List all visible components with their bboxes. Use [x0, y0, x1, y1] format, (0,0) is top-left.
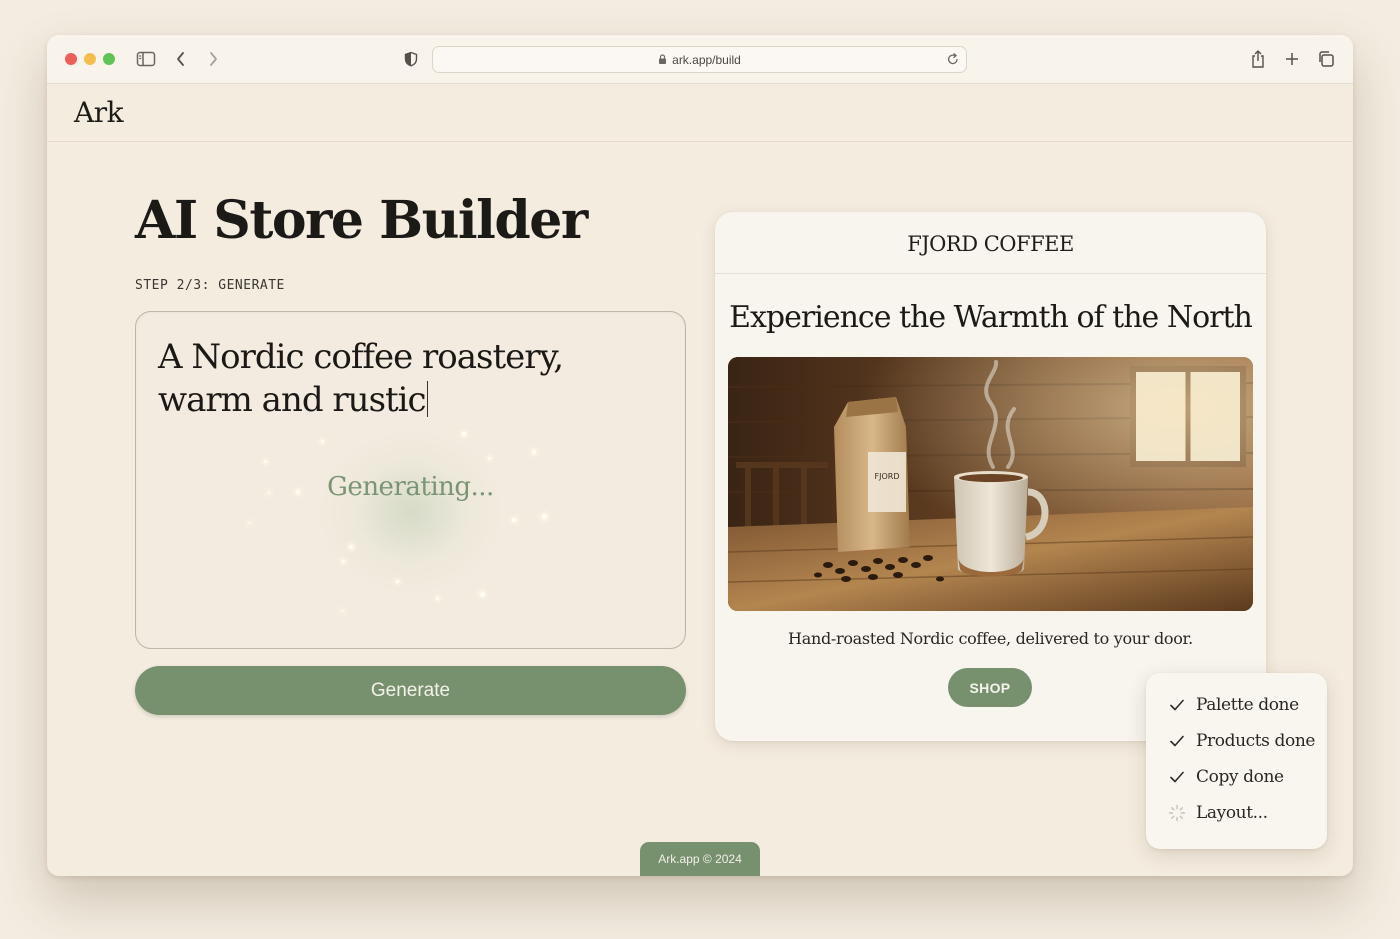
generating-glow — [321, 432, 501, 592]
tab-overview-icon[interactable] — [1314, 48, 1338, 70]
generate-button[interactable]: Generate — [135, 666, 686, 715]
sparkle — [436, 597, 439, 600]
progress-item-label: Products done — [1196, 731, 1316, 751]
store-preview-card: FJORD COFFEE Experience the Warmth of th… — [715, 212, 1266, 741]
progress-item-palette: Palette done — [1168, 692, 1299, 718]
back-arrow-icon[interactable] — [169, 48, 193, 70]
site-header: Ark — [47, 84, 1353, 142]
prompt-text: A Nordic coffee roastery, warm and rusti… — [158, 336, 658, 422]
progress-item-label: Palette done — [1196, 695, 1299, 715]
progress-item-label: Layout... — [1196, 803, 1268, 823]
sparkle — [349, 545, 353, 549]
progress-item-label: Copy done — [1196, 767, 1284, 787]
url-text: ark.app/build — [672, 52, 741, 67]
sparkle — [512, 518, 516, 522]
browser-toolbar: ark.app/build — [47, 35, 1353, 84]
sparkle — [488, 457, 491, 460]
checkmark-icon — [1168, 732, 1186, 750]
sidebar-toggle-icon[interactable] — [134, 48, 158, 70]
privacy-shield-icon[interactable] — [399, 48, 423, 70]
preview-hero-image: FJORD — [728, 357, 1253, 611]
prompt-line-2: warm and rustic — [158, 380, 427, 420]
forward-arrow-icon[interactable] — [201, 48, 225, 70]
generating-status: Generating... — [327, 472, 494, 502]
address-bar[interactable]: ark.app/build — [432, 46, 967, 73]
progress-item-products: Products done — [1168, 728, 1315, 754]
reload-icon[interactable] — [946, 51, 960, 67]
preview-store-name: FJORD COFFEE — [907, 232, 1074, 256]
progress-item-copy: Copy done — [1168, 764, 1284, 790]
sparkle — [396, 580, 399, 583]
sparkle — [462, 432, 466, 436]
shop-button[interactable]: SHOP — [948, 668, 1032, 707]
checkmark-icon — [1168, 696, 1186, 714]
preview-headline: Experience the Warmth of the North — [729, 300, 1253, 335]
sparkle — [542, 514, 547, 519]
share-icon[interactable] — [1246, 48, 1270, 70]
loading-spinner-icon — [1168, 804, 1186, 822]
footer-copyright: Ark.app © 2024 — [640, 842, 760, 876]
sparkle — [480, 592, 485, 597]
preview-tagline: Hand-roasted Nordic coffee, delivered to… — [788, 629, 1193, 648]
preview-divider — [715, 273, 1266, 274]
lock-icon — [658, 54, 667, 65]
progress-item-layout: Layout... — [1168, 800, 1268, 826]
minimize-window-button[interactable] — [84, 53, 96, 65]
site-logo[interactable]: Ark — [74, 96, 124, 129]
browser-window: ark.app/build Ark AI Store Builder STEP … — [47, 35, 1353, 876]
zoom-window-button[interactable] — [103, 53, 115, 65]
sparkle — [532, 450, 536, 454]
prompt-line-1: A Nordic coffee roastery, — [158, 337, 564, 377]
hero-bag-label: FJORD — [875, 472, 900, 481]
step-indicator: STEP 2/3: GENERATE — [135, 278, 285, 293]
sparkle — [342, 560, 345, 563]
store-description-input[interactable]: A Nordic coffee roastery, warm and rusti… — [135, 311, 686, 649]
checkmark-icon — [1168, 768, 1186, 786]
text-caret — [426, 381, 429, 417]
sparkle — [342, 610, 344, 612]
sparkle — [321, 440, 324, 443]
sparkle — [264, 460, 267, 463]
sparkle — [248, 522, 250, 524]
new-tab-plus-icon[interactable] — [1280, 48, 1304, 70]
generation-progress-panel: Palette done Products done Copy done Lay… — [1146, 673, 1327, 849]
page-title: AI Store Builder — [135, 190, 588, 251]
close-window-button[interactable] — [65, 53, 77, 65]
